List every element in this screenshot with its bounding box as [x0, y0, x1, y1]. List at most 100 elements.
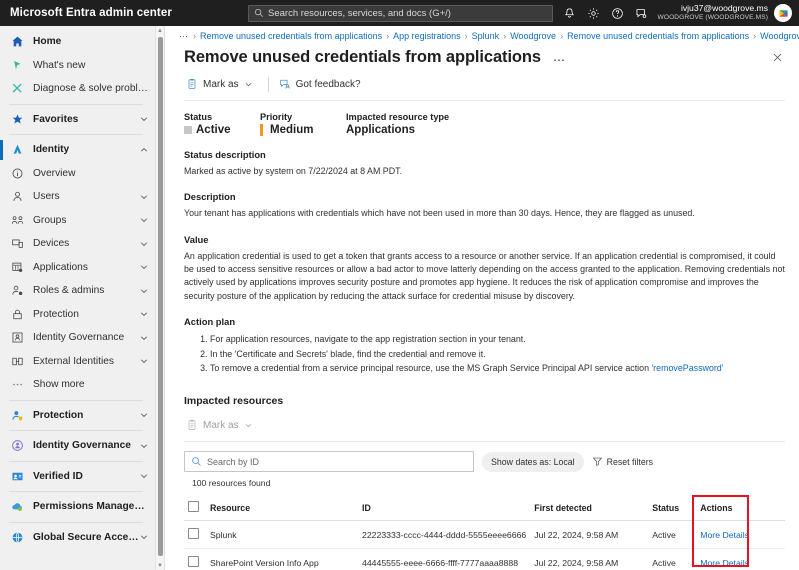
search-input[interactable]: Search by ID: [207, 457, 259, 467]
chevron-down-icon: [244, 421, 253, 430]
sidebar-item-label: Verified ID: [33, 470, 83, 482]
reset-filters-button[interactable]: Reset filters: [592, 456, 653, 467]
breadcrumb-item-1[interactable]: App registrations: [393, 31, 461, 41]
remove-password-link[interactable]: 'removePassword': [651, 363, 723, 373]
chevron-down-icon[interactable]: [139, 410, 149, 420]
chevron-down-icon[interactable]: [139, 215, 149, 225]
breadcrumb-item-4[interactable]: Remove unused credentials from applicati…: [567, 31, 749, 41]
chevron-down-icon[interactable]: [139, 532, 149, 542]
chevron-down-icon[interactable]: [139, 471, 149, 481]
sidebar-item-identity[interactable]: Identity: [0, 138, 155, 162]
table-row[interactable]: SharePoint Version Info App 44445555-eee…: [184, 548, 785, 570]
impacted-toolbar-underline: [184, 441, 785, 443]
sidebar-item-home[interactable]: Home: [0, 30, 155, 54]
chevron-down-icon[interactable]: [139, 114, 149, 124]
sidebar-item-whats-new[interactable]: What's new: [0, 54, 155, 78]
avatar[interactable]: [774, 4, 792, 22]
sidebar-item-roles-admins[interactable]: Roles & admins: [0, 279, 155, 303]
breadcrumb-overflow-icon[interactable]: ⋯: [179, 31, 189, 42]
sidebar-item-favorites[interactable]: Favorites: [0, 108, 155, 132]
sidebar-item-label: Home: [33, 36, 62, 48]
blade-content: Status Active Priority Medium Impacted r…: [165, 101, 799, 570]
sidebar-item-identity-governance-sub[interactable]: Identity Governance: [0, 326, 155, 350]
sidebar-item-label: What's new: [33, 59, 86, 71]
blade-toolbar: Mark as Got feedback?: [165, 67, 799, 93]
breadcrumb-item-0[interactable]: Remove unused credentials from applicati…: [200, 31, 382, 41]
sidebar-item-protection-top[interactable]: Protection: [0, 404, 155, 428]
external-identities-icon: [9, 355, 26, 368]
action-plan-step-text: To remove a credential from a service pr…: [210, 363, 652, 373]
column-resource[interactable]: Resource: [206, 496, 358, 522]
reset-filters-label: Reset filters: [606, 456, 654, 467]
breadcrumb-separator: ›: [753, 31, 757, 41]
breadcrumb-item-2[interactable]: Splunk: [472, 31, 500, 41]
value-section: Value An application credential is used …: [184, 234, 785, 303]
breadcrumb-item-5[interactable]: Woodgrove: [760, 31, 799, 41]
mark-as-button[interactable]: Mark as: [184, 75, 260, 93]
priority-color-bar: [260, 124, 263, 136]
chevron-down-icon[interactable]: [139, 262, 149, 272]
column-actions[interactable]: Actions: [696, 496, 785, 522]
page-title: Remove unused credentials from applicati…: [184, 48, 541, 66]
sidebar-item-protection[interactable]: Protection: [0, 303, 155, 327]
breadcrumb: ⋯ › Remove unused credentials from appli…: [165, 26, 799, 46]
column-status[interactable]: Status: [648, 496, 697, 522]
help-icon[interactable]: [606, 0, 630, 26]
chevron-down-icon[interactable]: [139, 441, 149, 451]
breadcrumb-separator: ›: [386, 31, 390, 41]
column-first-detected[interactable]: First detected: [530, 496, 649, 522]
chevron-down-icon[interactable]: [139, 286, 149, 296]
chevron-down-icon[interactable]: [139, 309, 149, 319]
sidebar-item-applications[interactable]: Applications: [0, 256, 155, 280]
mark-as-label: Mark as: [203, 78, 239, 90]
search-by-id-box[interactable]: Search by ID: [184, 451, 474, 473]
got-feedback-button[interactable]: Got feedback?: [277, 75, 368, 93]
sidebar-item-groups[interactable]: Groups: [0, 209, 155, 233]
sidebar-item-global-secure-access[interactable]: Global Secure Access: [0, 526, 155, 550]
scroll-down-arrow-icon[interactable]: ▼: [156, 561, 164, 570]
global-search-box[interactable]: Search resources, services, and docs (G+…: [248, 4, 553, 22]
row-checkbox[interactable]: [188, 528, 199, 540]
sidebar-item-diagnose-solve-problems[interactable]: Diagnose & solve problems: [0, 77, 155, 101]
close-icon[interactable]: [768, 48, 787, 67]
breadcrumb-item-3[interactable]: Woodgrove: [510, 31, 556, 41]
sidebar-item-permissions-management[interactable]: Permissions Management: [0, 495, 155, 519]
sidebar-scrollbar[interactable]: ▲ ▼: [155, 26, 164, 570]
notification-bell-icon[interactable]: [558, 0, 582, 26]
table-row[interactable]: Splunk 22223333-cccc-4444-dddd-5555eeee6…: [184, 520, 785, 550]
cell-status: Active: [648, 520, 697, 550]
select-all-checkbox[interactable]: [188, 501, 199, 513]
cell-id: 44445555-eeee-6666-ffff-7777aaaa8888: [358, 548, 531, 570]
column-id[interactable]: ID: [358, 496, 531, 522]
diagnose-icon: [9, 82, 26, 95]
gear-icon[interactable]: [582, 0, 606, 26]
sidebar-item-identity-governance[interactable]: Identity Governance: [0, 434, 155, 458]
sidebar-item-overview[interactable]: Overview: [0, 162, 155, 186]
page-more-menu-icon[interactable]: ⋯: [553, 53, 566, 67]
table-header: Resource ID First detected Status Action…: [184, 496, 785, 522]
entra-admin-center-window: Microsoft Entra admin center Search reso…: [0, 0, 799, 570]
account-info[interactable]: ivju37@woodgrove.ms WOODGROVE (WOODGROVE…: [658, 3, 768, 21]
more-details-link[interactable]: More Details: [700, 558, 749, 568]
blade-title-row: Remove unused credentials from applicati…: [165, 46, 799, 67]
feedback-icon[interactable]: [630, 0, 654, 26]
chevron-down-icon[interactable]: [139, 192, 149, 202]
status-description-section: Status description Marked as active by s…: [184, 149, 785, 178]
more-details-link[interactable]: More Details: [700, 530, 749, 540]
sidebar-item-devices[interactable]: Devices: [0, 232, 155, 256]
sidebar-item-external-identities[interactable]: External Identities: [0, 350, 155, 374]
scrollbar-thumb[interactable]: [158, 37, 163, 556]
sidebar-item-users[interactable]: Users: [0, 185, 155, 209]
breadcrumb-separator: ›: [193, 31, 196, 41]
chevron-down-icon[interactable]: [139, 356, 149, 366]
sidebar-item-show-more[interactable]: Show more: [0, 373, 155, 397]
sidebar-item-verified-id[interactable]: Verified ID: [0, 465, 155, 489]
chevron-up-icon[interactable]: [139, 145, 149, 155]
chevron-down-icon[interactable]: [139, 333, 149, 343]
scroll-up-arrow-icon[interactable]: ▲: [156, 26, 164, 35]
impacted-mark-as-button[interactable]: Mark as: [184, 416, 260, 434]
sidebar-item-label: Global Secure Access: [33, 531, 139, 543]
show-dates-as-button[interactable]: Show dates as: Local: [482, 451, 584, 472]
chevron-down-icon[interactable]: [139, 239, 149, 249]
row-checkbox[interactable]: [188, 556, 199, 568]
